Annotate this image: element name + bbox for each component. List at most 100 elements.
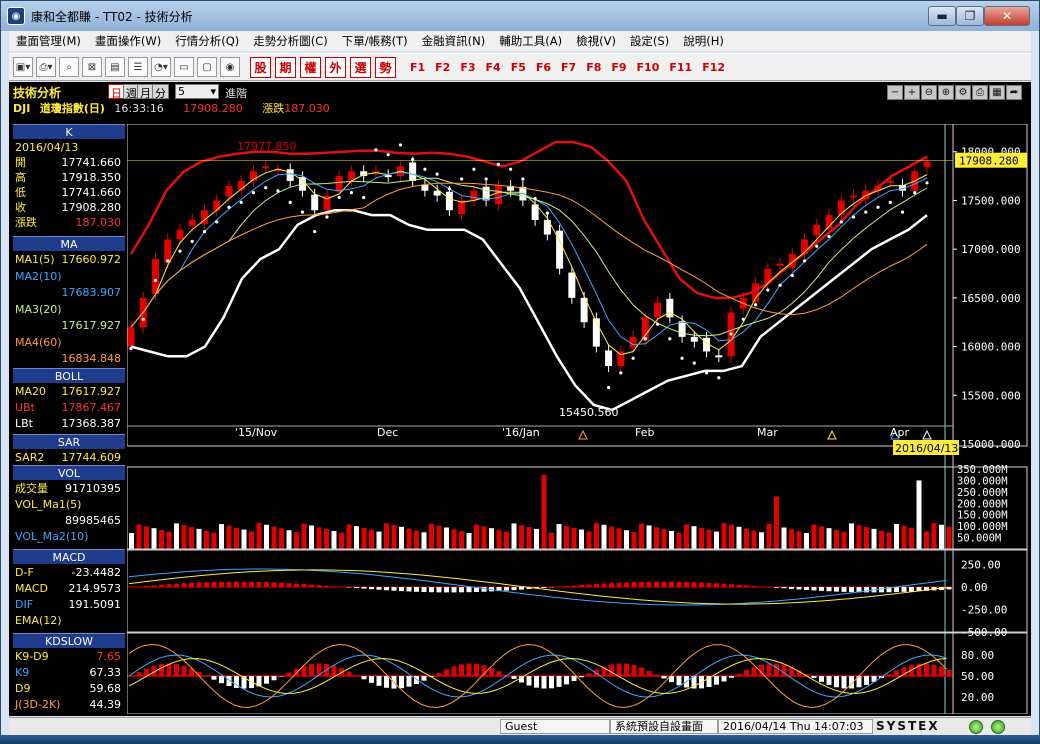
macd-bar — [639, 581, 644, 587]
f11-key[interactable]: F11 — [669, 61, 692, 74]
globe-icon[interactable]: ◔▾ — [151, 57, 171, 77]
card-icon[interactable]: ▭ — [174, 57, 194, 77]
layout-icon[interactable]: ▣▾ — [13, 57, 33, 77]
kd-bar — [579, 676, 584, 678]
f3-key[interactable]: F3 — [460, 61, 475, 74]
f6-key[interactable]: F6 — [536, 61, 551, 74]
vol-ma1-label: VOL_Ma1(5) — [15, 498, 82, 511]
candle-body — [494, 185, 502, 205]
menu-trend-chart[interactable]: 走勢分析圖(C) — [246, 33, 335, 49]
sar-dot — [692, 361, 696, 365]
zoom-in-icon[interactable]: ⊕ — [938, 85, 954, 100]
f4-key[interactable]: F4 — [486, 61, 501, 74]
title-bar[interactable]: ◉ 康和全都賺 - TT02 - 技術分析 ▬ ❐ ✕ — [1, 1, 1039, 31]
menu-financial-info[interactable]: 金融資訊(N) — [415, 33, 493, 49]
vol-section-header: VOL — [13, 465, 125, 480]
macd-section-header: MACD — [13, 549, 125, 564]
vol-bar — [151, 528, 157, 549]
price-tick-label: 17500.000 — [961, 194, 1021, 207]
quick-key-options[interactable]: 權 — [300, 56, 321, 78]
export-icon[interactable]: ➦ — [1006, 85, 1022, 100]
kd-bar — [946, 670, 952, 676]
quick-key-stock[interactable]: 股 — [250, 56, 271, 78]
candle-body — [213, 200, 221, 211]
period-count-select[interactable]: 5 ▾ — [175, 84, 219, 99]
menu-order-account[interactable]: 下單/帳務(T) — [335, 33, 415, 49]
f9-key[interactable]: F9 — [611, 61, 626, 74]
vol-bar — [811, 524, 817, 549]
quick-key-trend[interactable]: 勢 — [375, 56, 396, 78]
ma-section-header: MA — [13, 236, 125, 251]
plus-icon[interactable]: + — [904, 85, 920, 100]
f12-key[interactable]: F12 — [702, 61, 725, 74]
price-tick-label: 16000.000 — [961, 341, 1021, 354]
candle-body — [776, 263, 784, 266]
quick-key-foreign[interactable]: 外 — [325, 56, 346, 78]
macd-bar — [669, 581, 674, 587]
menu-help[interactable]: 說明(H) — [676, 33, 731, 49]
vol-tick-label: 350.000M — [957, 464, 1008, 476]
vol-bar — [826, 528, 832, 549]
vol-bar — [571, 527, 577, 549]
close-button[interactable]: ✕ — [984, 6, 1030, 26]
kd-bar — [834, 676, 839, 688]
candle-body — [886, 180, 894, 183]
close-page-icon[interactable]: ⊠ — [82, 57, 102, 77]
settings-icon[interactable]: ⚙ — [955, 85, 971, 100]
print-icon[interactable]: ⎙▾ — [36, 57, 56, 77]
menu-screen-operate[interactable]: 畫面操作(W) — [88, 33, 168, 49]
sar-dot — [190, 239, 194, 243]
f8-key[interactable]: F8 — [586, 61, 601, 74]
minus-icon[interactable]: − — [887, 85, 903, 100]
vol-bar — [916, 480, 922, 549]
vol-bar — [376, 531, 382, 549]
sar-dot — [582, 299, 586, 303]
menu-settings[interactable]: 設定(S) — [623, 33, 676, 49]
menu-tools[interactable]: 輔助工具(A) — [492, 33, 569, 49]
print-chart-icon[interactable]: ⎙ — [972, 85, 988, 100]
grid-icon[interactable]: ▤ — [105, 57, 125, 77]
zoom-out-icon[interactable]: ⊖ — [921, 85, 937, 100]
menu-view[interactable]: 檢視(V) — [569, 33, 623, 49]
logo-icon[interactable]: ◉ — [220, 57, 240, 77]
macd-bar — [894, 587, 899, 593]
quick-key-futures[interactable]: 期 — [275, 56, 296, 78]
sar-dot — [558, 245, 562, 249]
sar-dot — [215, 220, 219, 224]
sar-dot — [778, 283, 782, 287]
f2-key[interactable]: F2 — [435, 61, 450, 74]
sar-dot — [153, 278, 158, 282]
window-title: 康和全都賺 - TT02 - 技術分析 — [31, 9, 193, 24]
sar-dot — [460, 177, 464, 181]
f5-key[interactable]: F5 — [511, 61, 526, 74]
menu-quote-analysis[interactable]: 行情分析(Q) — [168, 33, 246, 49]
kd-bar — [436, 672, 442, 676]
save-icon[interactable]: ▦ — [989, 85, 1005, 100]
macd-bar — [444, 587, 449, 593]
macd-bar — [309, 584, 314, 587]
vol-bar — [436, 525, 442, 549]
vol-bar — [691, 526, 697, 549]
macd-bar — [736, 584, 742, 587]
vol-tick-label: 250.000M — [957, 487, 1008, 499]
macd-bar — [384, 587, 389, 591]
sar-dot — [753, 303, 758, 307]
minimize-button[interactable]: ▬ — [928, 6, 956, 26]
vol-bar — [766, 523, 772, 549]
f7-key[interactable]: F7 — [561, 61, 576, 74]
quick-key-select[interactable]: 選 — [350, 56, 371, 78]
period-minute-tab[interactable]: 分 — [152, 84, 169, 100]
menu-screen-manage[interactable]: 畫面管理(M) — [9, 33, 88, 49]
vol-bar — [384, 523, 389, 549]
table-icon[interactable]: ☰ — [128, 57, 148, 77]
boll-section-header: BOLL — [13, 368, 125, 383]
vol-bar — [796, 531, 802, 549]
maximize-button[interactable]: ❐ — [956, 6, 984, 26]
f10-key[interactable]: F10 — [637, 61, 660, 74]
advanced-button[interactable]: 進階 — [225, 85, 247, 101]
monitor-icon[interactable]: ▢ — [197, 57, 217, 77]
chart-area[interactable]: 17977.85015450.560 18000.00017500.000170… — [127, 124, 1029, 714]
macd-bar — [624, 582, 629, 587]
f1-key[interactable]: F1 — [410, 61, 425, 74]
search-icon[interactable]: ⌕ — [59, 57, 79, 77]
